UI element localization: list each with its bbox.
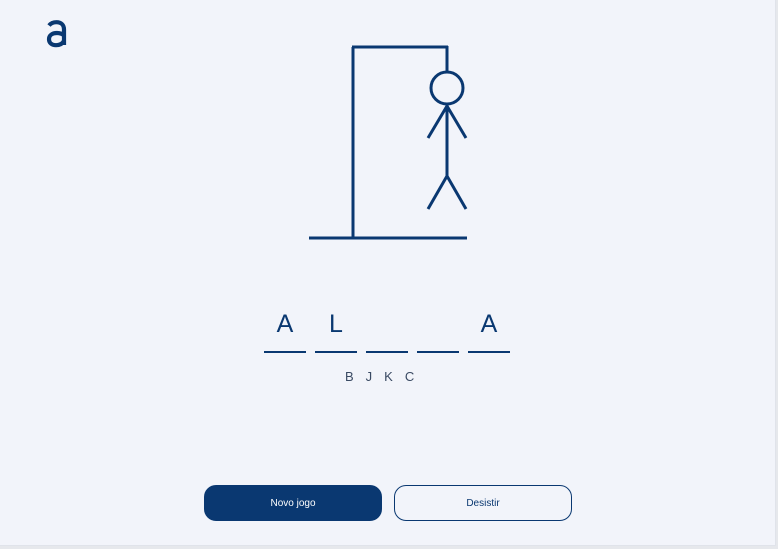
give-up-button[interactable]: Desistir: [394, 485, 572, 521]
hangman-left-leg: [426, 175, 449, 210]
wrong-letter: K: [384, 369, 393, 384]
slot-letter: A: [276, 310, 294, 338]
letter-slot: A: [468, 306, 510, 353]
letter-slot: A: [264, 306, 306, 353]
hangman-left-arm: [426, 105, 449, 139]
wrong-letter: C: [404, 369, 415, 384]
letter-slot: L: [315, 306, 357, 353]
game-page: A L A B J K C Novo jogo Desistir: [0, 0, 776, 546]
slot-underline: [315, 351, 357, 353]
slot-letter: A: [480, 310, 498, 338]
new-game-button[interactable]: Novo jogo: [204, 485, 382, 521]
hangman-head: [429, 70, 465, 106]
letter-slot: [417, 306, 459, 353]
wrong-letter: J: [365, 369, 373, 384]
secret-word: A L A: [264, 306, 510, 353]
hangman-right-leg: [445, 175, 468, 210]
slot-letter: L: [329, 310, 343, 338]
hangman-drawing: [309, 45, 468, 240]
slot-underline: [264, 351, 306, 353]
slot-underline: [366, 351, 408, 353]
alura-logo-icon[interactable]: [44, 18, 68, 50]
wrong-letter: B: [345, 369, 354, 384]
slot-underline: [468, 351, 510, 353]
letter-slot: [366, 306, 408, 353]
hangman-right-arm: [445, 105, 468, 139]
slot-underline: [417, 351, 459, 353]
wrong-letters: B J K C: [345, 369, 414, 384]
